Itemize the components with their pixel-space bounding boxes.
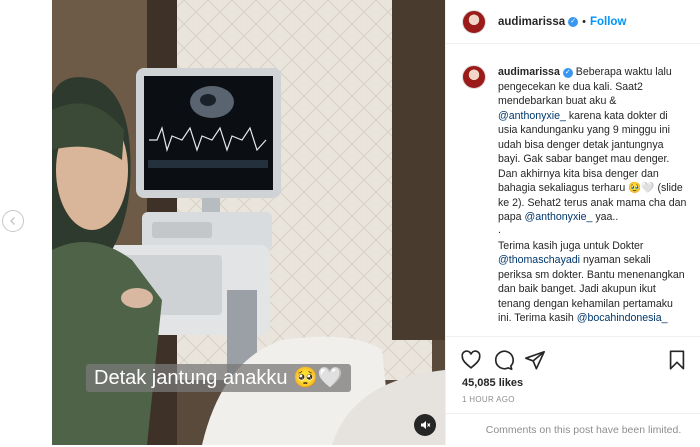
- username-link[interactable]: audimarissa: [498, 16, 565, 28]
- chevron-left-icon: [10, 217, 15, 225]
- comments-limited-notice: Comments on this post have been limited.: [446, 413, 700, 446]
- left-gutter: [0, 0, 52, 445]
- mention-link[interactable]: @bocahindonesia_: [577, 312, 668, 324]
- verified-badge-icon: ✓: [562, 68, 573, 78]
- separator-dot: •: [582, 15, 586, 28]
- mention-link[interactable]: @thomaschayadi: [498, 254, 580, 266]
- caption-author-avatar[interactable]: [462, 65, 486, 89]
- caption-text: audimarissa ✓ Beberapa waktu lalu pengece…: [498, 65, 687, 335]
- caption-separator: .: [498, 223, 501, 236]
- caption-segment: Terima kasih juga untuk Dokter: [498, 239, 644, 252]
- avatar[interactable]: [462, 9, 486, 34]
- action-icon-row: [460, 349, 688, 371]
- post-timestamp[interactable]: 1 HOUR AGO: [462, 395, 515, 404]
- video-caption-overlay: Detak jantung anakku 🥺🤍: [86, 364, 351, 392]
- mention-link[interactable]: @anthonyxie_: [525, 211, 593, 223]
- previous-slide-button[interactable]: [2, 210, 24, 232]
- post-actions: 45,085 likes 1 HOUR AGO Comments on this…: [446, 336, 700, 445]
- post-details-panel: audimarissa ✓ • Follow audimarissa ✓ Bebe…: [445, 0, 700, 445]
- verified-badge-icon: ✓: [568, 16, 579, 27]
- heart-icon[interactable]: [460, 349, 482, 371]
- like-count[interactable]: 45,085 likes: [462, 377, 523, 389]
- comment-icon[interactable]: [492, 349, 514, 371]
- mention-link[interactable]: @anthonyxie_: [498, 110, 566, 122]
- follow-button[interactable]: Follow: [590, 16, 626, 28]
- caption-segment: karena kata dokter di usia kandunganku y…: [498, 109, 687, 224]
- mute-toggle-button[interactable]: [414, 414, 436, 436]
- caption-section: audimarissa ✓ Beberapa waktu lalu pengece…: [446, 45, 700, 335]
- post-header: audimarissa ✓ • Follow: [446, 0, 700, 44]
- post-video[interactable]: Detak jantung anakku 🥺🤍: [52, 0, 445, 445]
- bookmark-icon[interactable]: [666, 349, 688, 371]
- caption-author-link[interactable]: audimarissa: [498, 66, 560, 78]
- speaker-muted-icon: [421, 421, 431, 429]
- share-icon[interactable]: [524, 349, 546, 371]
- caption-segment: yaa..: [592, 211, 619, 223]
